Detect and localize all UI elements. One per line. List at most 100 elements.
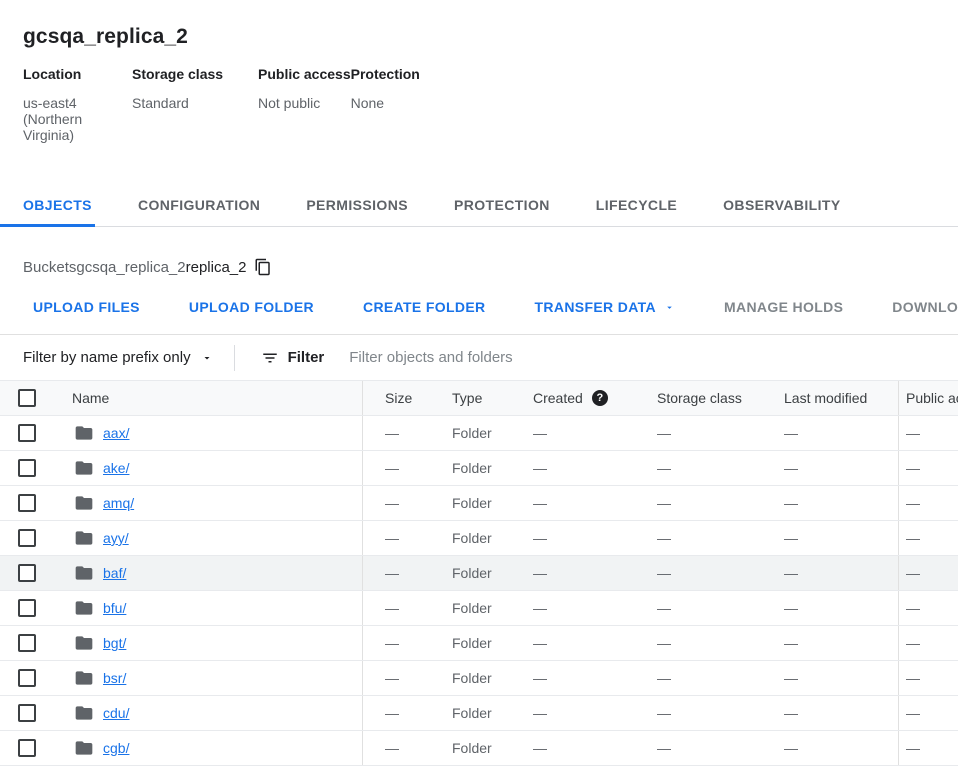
row-type: Folder (452, 626, 533, 660)
breadcrumb-link[interactable]: Buckets (23, 259, 76, 276)
row-public-access: — (899, 591, 958, 625)
row-checkbox-cell (0, 731, 56, 765)
row-type: Folder (452, 591, 533, 625)
folder-icon (74, 703, 94, 723)
bucket-meta-item: Public access Not public (258, 66, 351, 143)
row-checkbox[interactable] (18, 529, 36, 547)
breadcrumb-link[interactable]: gcsqa_replica_2 (76, 259, 185, 276)
bucket-meta-item: Location us-east4 (Northern Virginia) (23, 66, 132, 143)
meta-label: Protection (351, 66, 420, 82)
row-checkbox[interactable] (18, 704, 36, 722)
row-checkbox-cell (0, 416, 56, 450)
row-checkbox[interactable] (18, 564, 36, 582)
select-all-checkbox[interactable] (18, 389, 36, 407)
toolbar-button[interactable]: MANAGE HOLDS (724, 299, 843, 315)
bucket-meta-row: Location us-east4 (Northern Virginia) St… (23, 66, 958, 143)
created-help-icon[interactable]: ? (592, 390, 608, 406)
folder-link[interactable]: bsr/ (103, 670, 126, 686)
folder-link[interactable]: amq/ (103, 495, 134, 511)
row-checkbox[interactable] (18, 599, 36, 617)
folder-link[interactable]: ake/ (103, 460, 129, 476)
folder-link[interactable]: aax/ (103, 425, 129, 441)
row-storage-class: — (657, 486, 784, 520)
meta-value: Standard (132, 95, 258, 111)
objects-toolbar: UPLOAD FILES UPLOAD FOLDER CREATE FOLDER… (0, 299, 958, 315)
filter-objects-input[interactable] (349, 349, 958, 366)
folder-link[interactable]: ayy/ (103, 530, 129, 546)
row-last-modified: — (784, 486, 899, 520)
row-name-cell: bgt/ (56, 626, 363, 660)
table-row: amq/ — Folder — — — — (0, 486, 958, 521)
row-last-modified: — (784, 556, 899, 590)
arrow-drop-down-icon (201, 352, 213, 364)
meta-value: us-east4 (Northern Virginia) (23, 95, 132, 143)
row-name-cell: aax/ (56, 416, 363, 450)
folder-icon (74, 528, 94, 548)
folder-link[interactable]: cgb/ (103, 740, 129, 756)
row-created: — (533, 521, 657, 555)
row-size: — (363, 731, 452, 765)
tab[interactable]: CONFIGURATION (115, 183, 283, 226)
row-checkbox[interactable] (18, 459, 36, 477)
tab[interactable]: PERMISSIONS (283, 183, 431, 226)
folder-icon (74, 563, 94, 583)
toolbar-button[interactable]: CREATE FOLDER (363, 299, 486, 315)
row-type: Folder (452, 521, 533, 555)
column-header-type: Type (452, 381, 533, 415)
row-type: Folder (452, 661, 533, 695)
tab[interactable]: PROTECTION (431, 183, 573, 226)
tab-label: OBJECTS (23, 197, 92, 213)
row-checkbox-cell (0, 626, 56, 660)
row-created: — (533, 626, 657, 660)
row-name-cell: baf/ (56, 556, 363, 590)
column-header-storage-class: Storage class (657, 381, 784, 415)
folder-link[interactable]: bgt/ (103, 635, 126, 651)
row-checkbox-cell (0, 521, 56, 555)
folder-link[interactable]: baf/ (103, 565, 126, 581)
folder-icon (74, 738, 94, 758)
filter-mode-dropdown[interactable]: Filter by name prefix only (23, 349, 213, 366)
row-checkbox[interactable] (18, 424, 36, 442)
tab[interactable]: LIFECYCLE (573, 183, 700, 226)
breadcrumb-items: Buckets gcsqa_replica_2 replica_2 (23, 259, 246, 276)
row-name-cell: bsr/ (56, 661, 363, 695)
meta-value: None (351, 95, 420, 111)
row-name-cell: ayy/ (56, 521, 363, 555)
row-size: — (363, 591, 452, 625)
folder-link[interactable]: bfu/ (103, 600, 126, 616)
row-checkbox-cell (0, 486, 56, 520)
tab[interactable]: OBJECTS (0, 183, 115, 226)
breadcrumb-item: Buckets (23, 259, 76, 276)
tab[interactable]: OBSERVABILITY (700, 183, 863, 226)
table-row: bgt/ — Folder — — — — (0, 626, 958, 661)
bucket-tabs: OBJECTS CONFIGURATION PERMISSIONS PROTEC… (0, 183, 958, 227)
column-header-last-modified: Last modified (784, 381, 899, 415)
row-size: — (363, 486, 452, 520)
row-storage-class: — (657, 451, 784, 485)
row-checkbox[interactable] (18, 669, 36, 687)
row-checkbox[interactable] (18, 634, 36, 652)
row-public-access: — (899, 626, 958, 660)
row-type: Folder (452, 416, 533, 450)
row-created: — (533, 696, 657, 730)
row-checkbox[interactable] (18, 739, 36, 757)
row-last-modified: — (784, 696, 899, 730)
row-storage-class: — (657, 521, 784, 555)
row-checkbox[interactable] (18, 494, 36, 512)
meta-label: Public access (258, 66, 351, 82)
filter-list-icon (261, 349, 279, 367)
folder-link[interactable]: cdu/ (103, 705, 129, 721)
table-row: bsr/ — Folder — — — — (0, 661, 958, 696)
row-type: Folder (452, 451, 533, 485)
objects-table: Name Size Type Created ? Storage class L… (0, 380, 958, 766)
copy-path-icon[interactable] (254, 258, 272, 276)
table-row: baf/ — Folder — — — — (0, 556, 958, 591)
row-name-cell: bfu/ (56, 591, 363, 625)
toolbar-button[interactable]: UPLOAD FILES (33, 299, 140, 315)
toolbar-button[interactable]: TRANSFER DATA (535, 299, 675, 315)
toolbar-button[interactable]: DOWNLOAD (892, 299, 958, 315)
breadcrumb-link[interactable]: replica_2 (186, 259, 247, 276)
row-created: — (533, 451, 657, 485)
toolbar-button[interactable]: UPLOAD FOLDER (189, 299, 314, 315)
table-row: aax/ — Folder — — — — (0, 416, 958, 451)
